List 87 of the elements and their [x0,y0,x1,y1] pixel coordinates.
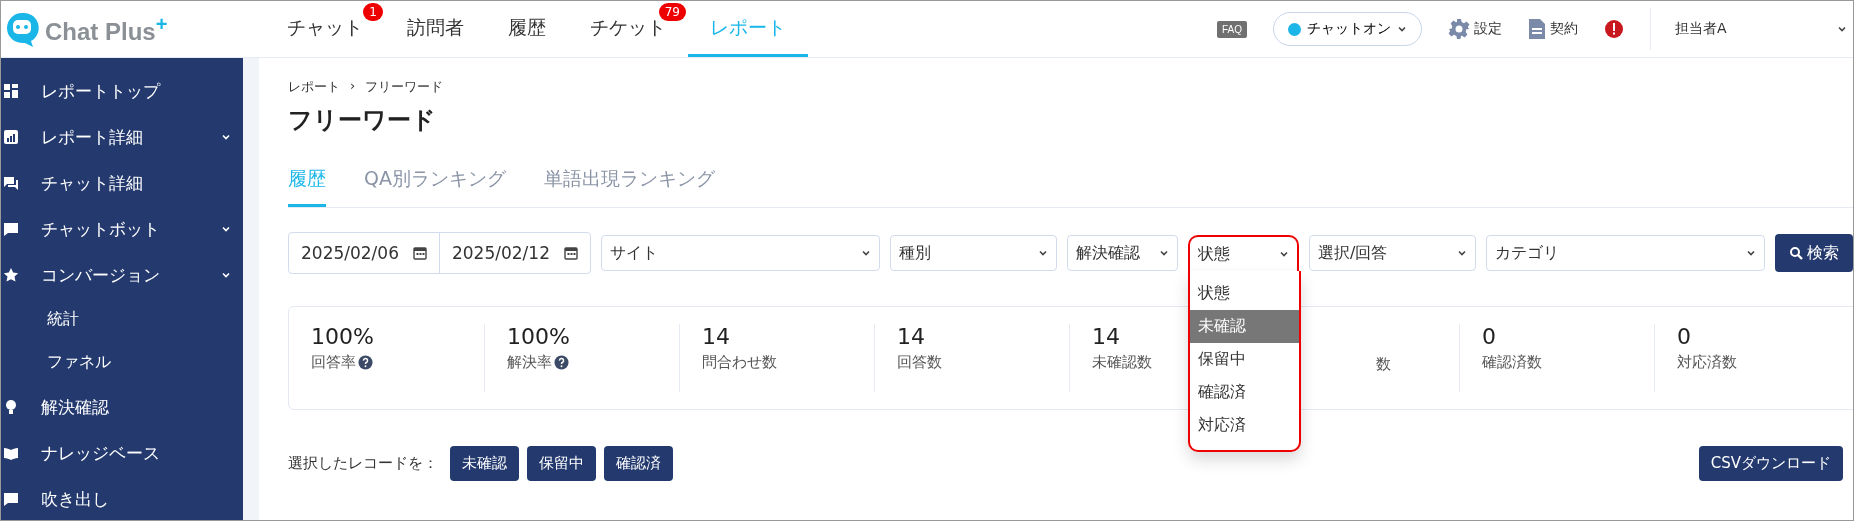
dropdown-option[interactable]: 未確認 [1189,310,1299,343]
menu-item-icon [3,445,19,461]
calendar-icon [413,246,427,260]
faq-button[interactable]: FAQ [1217,20,1247,38]
stat-label: 解決率 [507,353,552,372]
nav-tab[interactable]: 訪問者 [385,1,486,57]
status-dropdown[interactable]: チャットオン [1273,12,1422,46]
sidebar-item[interactable]: 吹き出し [1,476,243,520]
sidebar-subitem[interactable]: 統計 [1,298,243,341]
caret-icon [1038,248,1048,258]
caret-icon [1456,248,1467,258]
dropdown-option[interactable]: 状態 [1189,277,1299,310]
menu-item-icon [3,221,19,237]
stat-label: 問合わせ数 [702,353,777,372]
sidebar-item[interactable]: 解決確認 [1,384,243,430]
settings-link[interactable]: 設定 [1448,18,1502,40]
breadcrumb-separator: › [350,78,356,95]
caret-icon [1279,249,1289,259]
dropdown-option[interactable]: 対応済 [1189,409,1299,442]
bulk-action-label: 選択したレコードを： [288,454,438,473]
search-button[interactable]: 検索 [1775,234,1853,272]
sidebar-item[interactable]: レポートトップ [1,68,243,114]
menu-item-icon [3,175,19,191]
caret-icon [1158,248,1169,258]
logo-text: Chat Plus$^{+}$ [45,12,168,46]
breadcrumb-item[interactable]: フリーワード [365,78,444,96]
caret-icon [221,224,231,234]
nav-tab[interactable]: チャット 1 [265,1,385,57]
select-dropdown[interactable]: サイト [600,235,881,271]
count-badge: 1 [363,3,383,21]
caret-icon [1746,248,1756,258]
stat-value: 0 [1482,324,1496,349]
caret-icon [221,270,231,280]
nav-tab[interactable]: 履歴 [486,1,568,57]
stat-label: 数 [1376,355,1391,374]
menu-item-icon [3,491,19,507]
csv-download-button[interactable]: CSVダウンロード [1698,446,1843,481]
caret-icon [861,248,872,258]
menu-item-icon [3,83,19,99]
page-title: フリーワード [288,105,437,136]
caret-icon [221,132,231,142]
help-icon[interactable] [358,355,373,370]
stat-label: 対応済数 [1677,353,1737,372]
stat-value: 100% [311,324,374,349]
date-range-field[interactable]: 2025/02/06 2025/02/12 [288,232,591,274]
settings-icon [1448,18,1470,40]
sidebar-item[interactable]: レポート詳細 [1,114,243,160]
sidebar-item[interactable]: チャット詳細 [1,160,243,206]
status-button[interactable]: 確認済 [604,446,673,481]
status-button[interactable]: 保留中 [527,446,596,481]
select-dropdown[interactable]: 種別 [890,235,1057,271]
nav-tab[interactable]: チケット 79 [568,1,688,57]
date-field[interactable]: 2025/02/12 [439,233,590,273]
sidebar-item[interactable]: コンバージョン [1,252,243,298]
sidebar-item[interactable]: ナレッジベース [1,430,243,476]
menu-item-icon [3,399,19,415]
calendar-icon [563,246,578,260]
user-menu[interactable]: 担当者A [1650,8,1811,50]
sidebar-item[interactable]: チャットボット [1,206,243,252]
stat-value: 0 [1677,324,1691,349]
help-icon[interactable] [554,355,569,370]
stat-value: 14 [1092,324,1120,349]
stat-value: 100% [507,324,570,349]
select-dropdown[interactable]: カテゴリ [1485,235,1765,271]
menu-item-icon [3,267,19,283]
document-icon [1528,18,1546,40]
stat-label: 回答数 [897,353,942,372]
date-field[interactable]: 2025/02/06 [289,233,439,273]
alert-icon[interactable] [1604,19,1624,39]
caret-icon [1837,24,1847,34]
chat-bubble-icon [5,11,39,47]
dropdown-option[interactable]: 確認済 [1189,376,1299,409]
stat-label: 確認済数 [1482,353,1542,372]
stat-label: 未確認数 [1092,353,1152,372]
search-icon [1789,246,1803,260]
dropdown-option[interactable]: 保留中 [1189,343,1299,376]
select-dropdown[interactable]: 選択/回答 [1309,235,1476,271]
caret-icon [1397,24,1407,34]
sidebar-subitem[interactable]: ファネル [1,341,243,384]
stat-value: 14 [897,324,925,349]
contract-link[interactable]: 契約 [1528,18,1578,40]
stat-label: 回答率 [311,353,356,372]
stat-value: 14 [702,324,730,349]
breadcrumb-item[interactable]: レポート [288,78,340,96]
status-button[interactable]: 未確認 [450,446,519,481]
count-badge: 79 [658,3,686,21]
select-dropdown[interactable]: 解決確認 [1067,235,1178,271]
